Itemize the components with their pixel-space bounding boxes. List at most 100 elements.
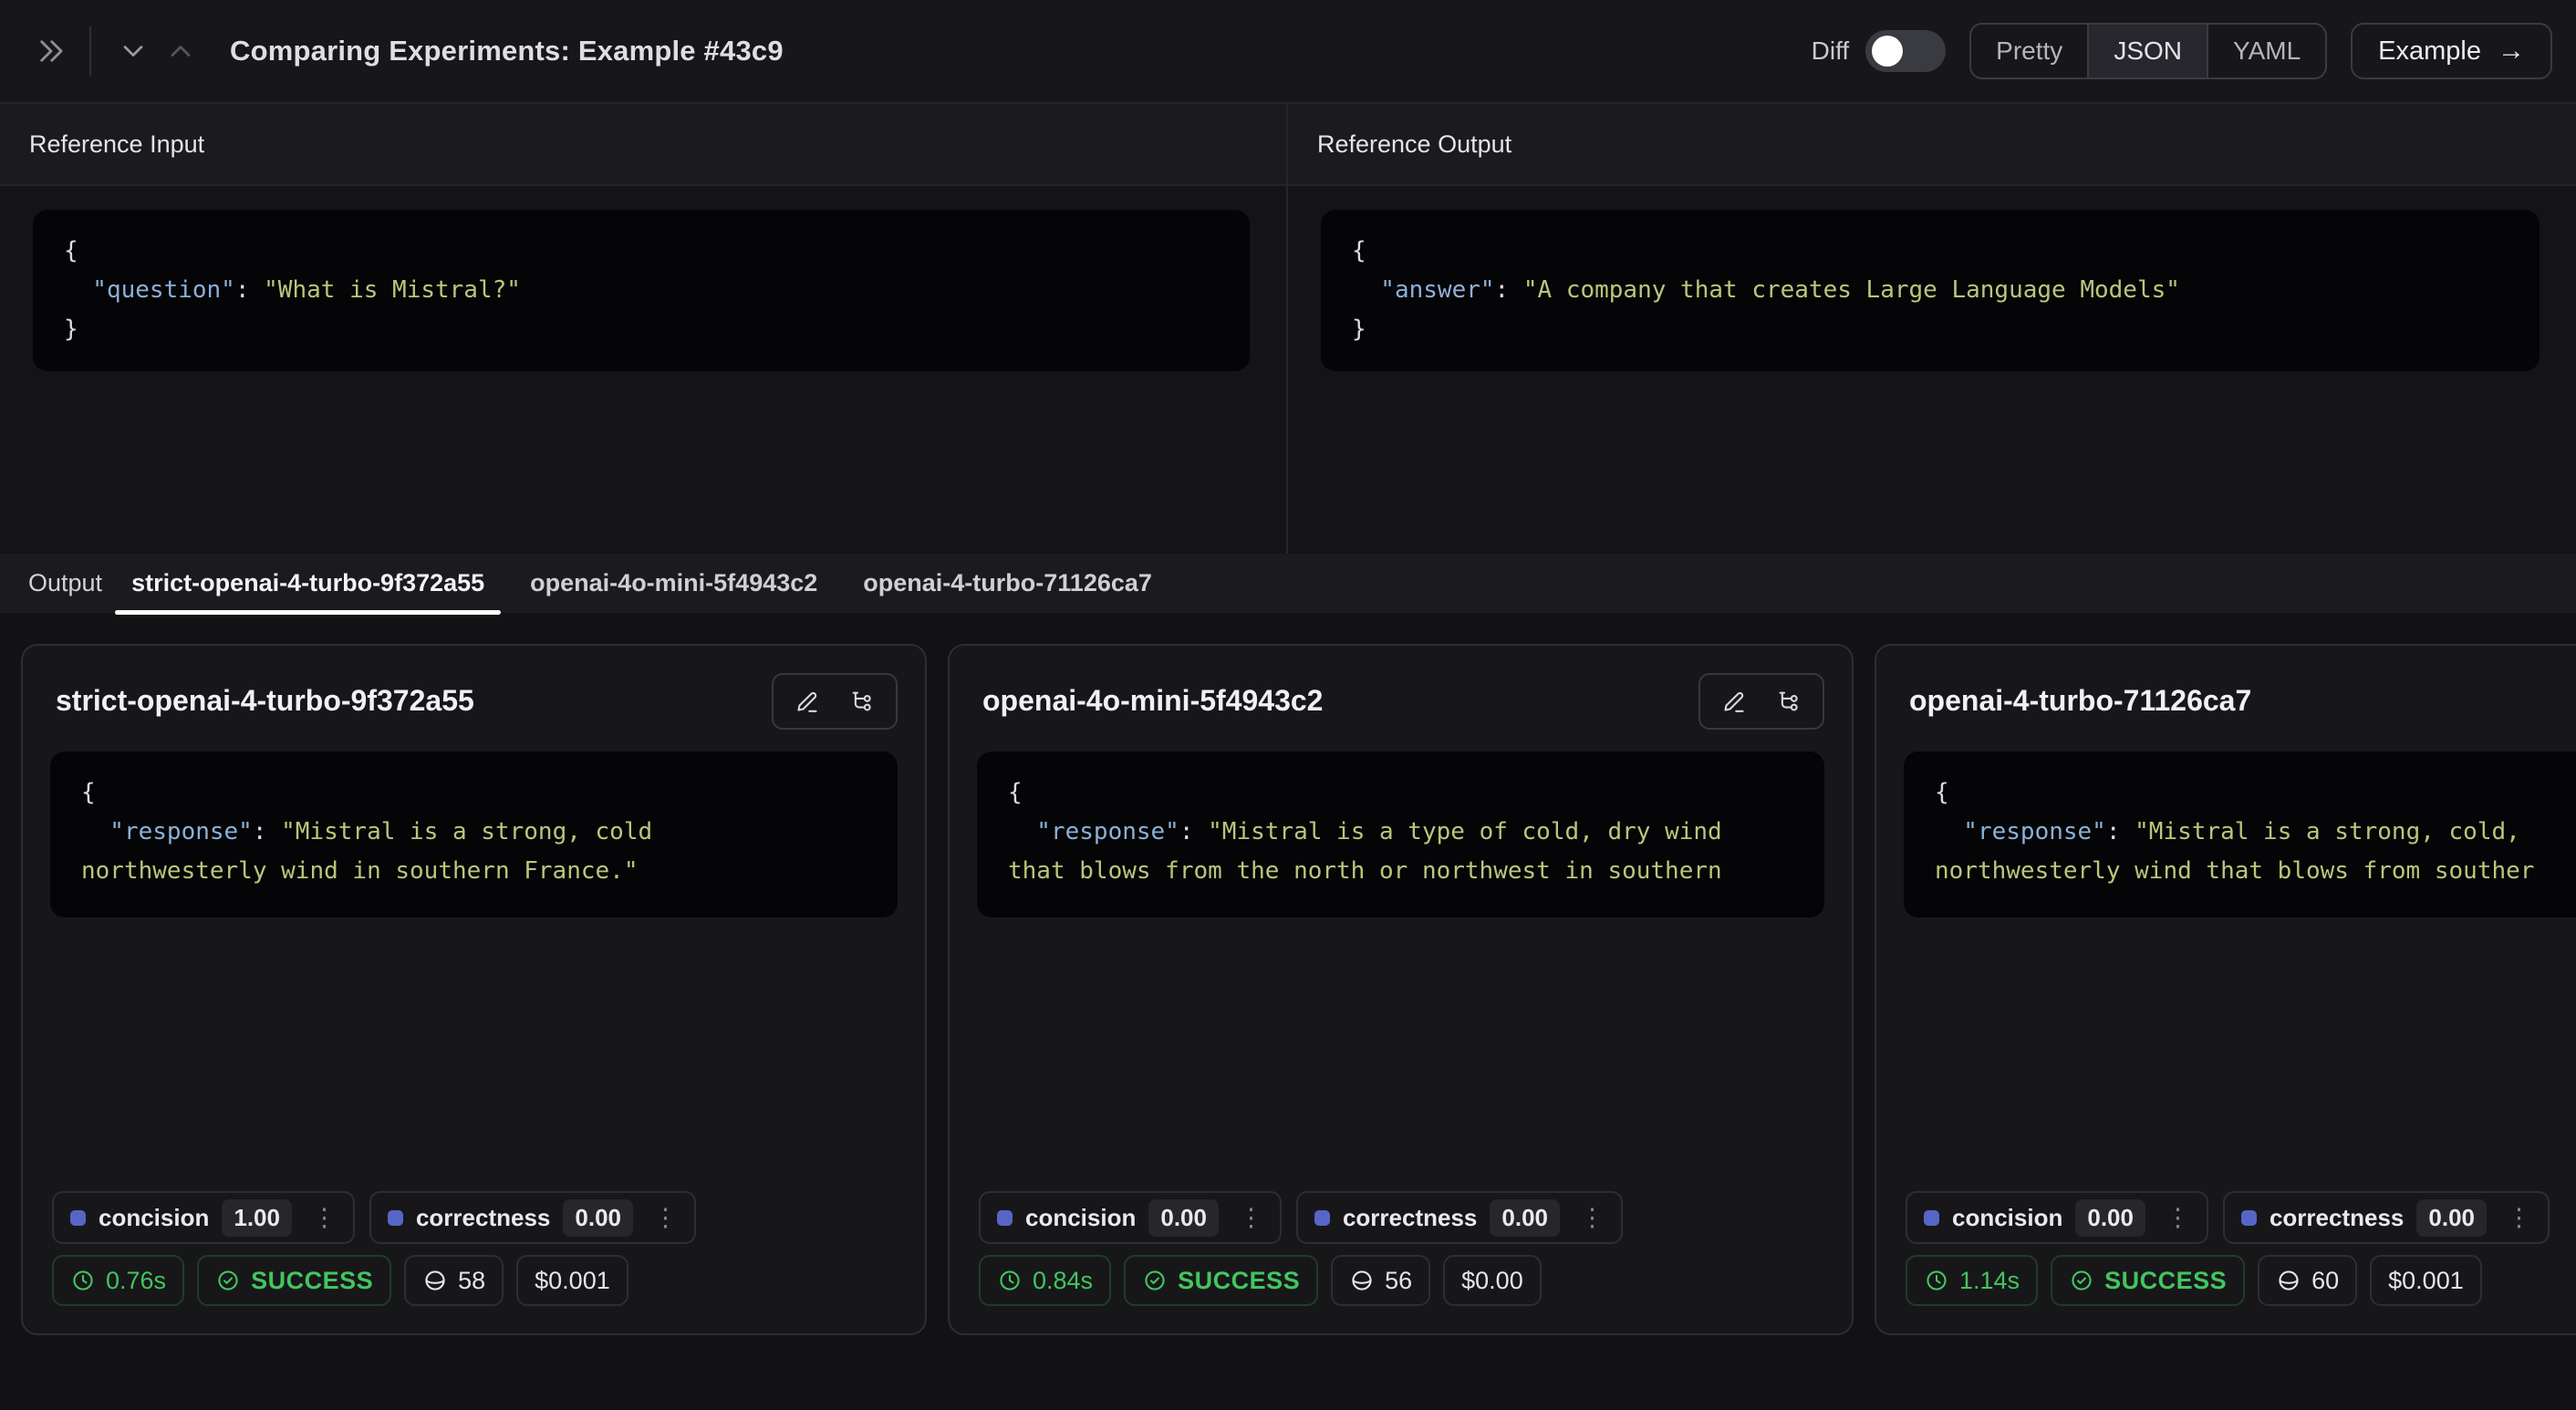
json-key: "question" bbox=[64, 276, 235, 304]
feedback-label: concision bbox=[99, 1204, 209, 1232]
example-button[interactable]: Example → bbox=[2351, 23, 2552, 79]
latency-pill: 0.84s bbox=[979, 1255, 1111, 1306]
arrow-right-icon: → bbox=[2498, 37, 2525, 65]
status-value: SUCCESS bbox=[251, 1267, 373, 1295]
json-value-line2: northwesterly wind that blows from south… bbox=[1935, 857, 2534, 885]
edit-pencil-icon[interactable] bbox=[1719, 686, 1750, 717]
feedback-score: 0.00 bbox=[2416, 1199, 2487, 1237]
latency-pill: 1.14s bbox=[1906, 1255, 2038, 1306]
json-colon: : bbox=[253, 818, 281, 845]
tab-strict-openai-4-turbo[interactable]: strict-openai-4-turbo-9f372a55 bbox=[115, 554, 501, 613]
token-coin-icon bbox=[1349, 1268, 1375, 1293]
json-key: "response" bbox=[1935, 818, 2106, 845]
latency-value: 0.84s bbox=[1033, 1267, 1093, 1295]
reference-output-title: Reference Output bbox=[1288, 104, 2576, 186]
run-tree-icon[interactable] bbox=[847, 686, 878, 717]
metrics-row: 0.76s SUCCESS 58 $0.001 bbox=[52, 1255, 898, 1306]
cost-value: $0.001 bbox=[2388, 1267, 2464, 1295]
output-label: Output bbox=[28, 569, 102, 597]
tokens-value: 56 bbox=[1385, 1267, 1412, 1295]
json-open-brace: { bbox=[1935, 779, 1949, 806]
kebab-menu-icon[interactable]: ⋮ bbox=[305, 1206, 344, 1230]
next-example-chevron-up-icon[interactable] bbox=[157, 27, 204, 75]
tokens-pill: 56 bbox=[1331, 1255, 1430, 1306]
feedback-row: concision 0.00 ⋮ correctness 0.00 ⋮ bbox=[979, 1191, 1824, 1244]
json-value-line2: that blows from the north or northwest i… bbox=[1008, 857, 1722, 885]
feedback-chip-concision: concision 0.00 ⋮ bbox=[979, 1191, 1282, 1244]
format-option-yaml[interactable]: YAML bbox=[2207, 25, 2325, 78]
tab-openai-4o-mini[interactable]: openai-4o-mini-5f4943c2 bbox=[514, 554, 834, 613]
json-colon: : bbox=[1179, 818, 1208, 845]
feedback-color-dot bbox=[70, 1210, 86, 1226]
top-bar: Comparing Experiments: Example #43c9 Dif… bbox=[0, 0, 2576, 104]
kebab-menu-icon[interactable]: ⋮ bbox=[2499, 1206, 2539, 1230]
check-circle-icon bbox=[1142, 1268, 1168, 1293]
format-option-pretty[interactable]: Pretty bbox=[1971, 25, 2087, 78]
card-actions bbox=[772, 673, 898, 730]
response-code: { "response": "Mistral is a type of cold… bbox=[977, 752, 1824, 918]
feedback-row: concision 1.00 ⋮ correctness 0.00 ⋮ bbox=[52, 1191, 898, 1244]
status-value: SUCCESS bbox=[2104, 1267, 2227, 1295]
diff-toggle[interactable] bbox=[1865, 30, 1946, 72]
json-key: "response" bbox=[81, 818, 253, 845]
diff-toggle-knob bbox=[1872, 36, 1903, 67]
diff-toggle-group: Diff bbox=[1812, 30, 1947, 72]
json-colon: : bbox=[2106, 818, 2135, 845]
card-header: openai-4-turbo-71126ca7 bbox=[1904, 673, 2576, 730]
feedback-chip-concision: concision 0.00 ⋮ bbox=[1906, 1191, 2208, 1244]
tokens-pill: 60 bbox=[2258, 1255, 2357, 1306]
feedback-chip-concision: concision 1.00 ⋮ bbox=[52, 1191, 355, 1244]
json-value-line1: "Mistral is a type of cold, dry wind bbox=[1208, 818, 1722, 845]
json-value: "What is Mistral?" bbox=[264, 276, 521, 304]
run-tree-icon[interactable] bbox=[1773, 686, 1804, 717]
json-key: "response" bbox=[1008, 818, 1179, 845]
kebab-menu-icon[interactable]: ⋮ bbox=[646, 1206, 685, 1230]
feedback-score: 0.00 bbox=[1148, 1199, 1219, 1237]
prev-example-chevron-down-icon[interactable] bbox=[109, 27, 157, 75]
metrics-row: 1.14s SUCCESS 60 $0.001 bbox=[1906, 1255, 2576, 1306]
collapse-panel-icon[interactable] bbox=[27, 27, 75, 75]
reference-input-panel: Reference Input { "question": "What is M… bbox=[0, 104, 1288, 554]
feedback-color-dot bbox=[1924, 1210, 1939, 1226]
kebab-menu-icon[interactable]: ⋮ bbox=[2158, 1206, 2197, 1230]
kebab-menu-icon[interactable]: ⋮ bbox=[1573, 1206, 1612, 1230]
json-close-brace: } bbox=[64, 316, 78, 343]
spacer bbox=[1904, 918, 2576, 1191]
feedback-label: concision bbox=[1952, 1204, 2062, 1232]
json-open-brace: { bbox=[81, 779, 96, 806]
status-badge: SUCCESS bbox=[197, 1255, 391, 1306]
format-option-json[interactable]: JSON bbox=[2087, 25, 2207, 78]
feedback-score: 0.00 bbox=[2075, 1199, 2145, 1237]
feedback-row: concision 0.00 ⋮ correctness 0.00 ⋮ bbox=[1906, 1191, 2576, 1244]
feedback-score: 0.00 bbox=[1490, 1199, 1560, 1237]
edit-pencil-icon[interactable] bbox=[792, 686, 823, 717]
reference-input-code: { "question": "What is Mistral?" } bbox=[33, 210, 1250, 371]
tab-openai-4-turbo[interactable]: openai-4-turbo-71126ca7 bbox=[847, 554, 1169, 613]
cost-value: $0.00 bbox=[1461, 1267, 1523, 1295]
topbar-actions: Diff Pretty JSON YAML Example → bbox=[1812, 23, 2552, 79]
feedback-label: correctness bbox=[1343, 1204, 1477, 1232]
response-code: { "response": "Mistral is a strong, cold… bbox=[50, 752, 898, 918]
reference-output-code: { "answer": "A company that creates Larg… bbox=[1321, 210, 2540, 371]
metrics-row: 0.84s SUCCESS 56 $0.00 bbox=[979, 1255, 1824, 1306]
json-open-brace: { bbox=[1008, 779, 1023, 806]
feedback-label: correctness bbox=[2270, 1204, 2404, 1232]
reference-input-title: Reference Input bbox=[0, 104, 1286, 186]
latency-value: 1.14s bbox=[1959, 1267, 2020, 1295]
topbar-divider bbox=[89, 26, 91, 76]
response-code: { "response": "Mistral is a strong, cold… bbox=[1904, 752, 2576, 918]
output-cards: strict-openai-4-turbo-9f372a55 { "respon… bbox=[0, 613, 2576, 1410]
tokens-value: 60 bbox=[2311, 1267, 2339, 1295]
latency-value: 0.76s bbox=[106, 1267, 166, 1295]
example-button-label: Example bbox=[2378, 36, 2481, 67]
reference-output-panel: Reference Output { "answer": "A company … bbox=[1288, 104, 2576, 554]
clock-icon bbox=[1924, 1268, 1949, 1293]
status-badge: SUCCESS bbox=[2051, 1255, 2245, 1306]
diff-label: Diff bbox=[1812, 36, 1850, 66]
kebab-menu-icon[interactable]: ⋮ bbox=[1231, 1206, 1271, 1230]
check-circle-icon bbox=[215, 1268, 241, 1293]
reference-section: Reference Input { "question": "What is M… bbox=[0, 104, 2576, 554]
json-value-line1: "Mistral is a strong, cold, bbox=[2135, 818, 2520, 845]
experiment-card-2: openai-4o-mini-5f4943c2 { "response": "M… bbox=[948, 644, 1854, 1335]
cost-value: $0.001 bbox=[535, 1267, 610, 1295]
